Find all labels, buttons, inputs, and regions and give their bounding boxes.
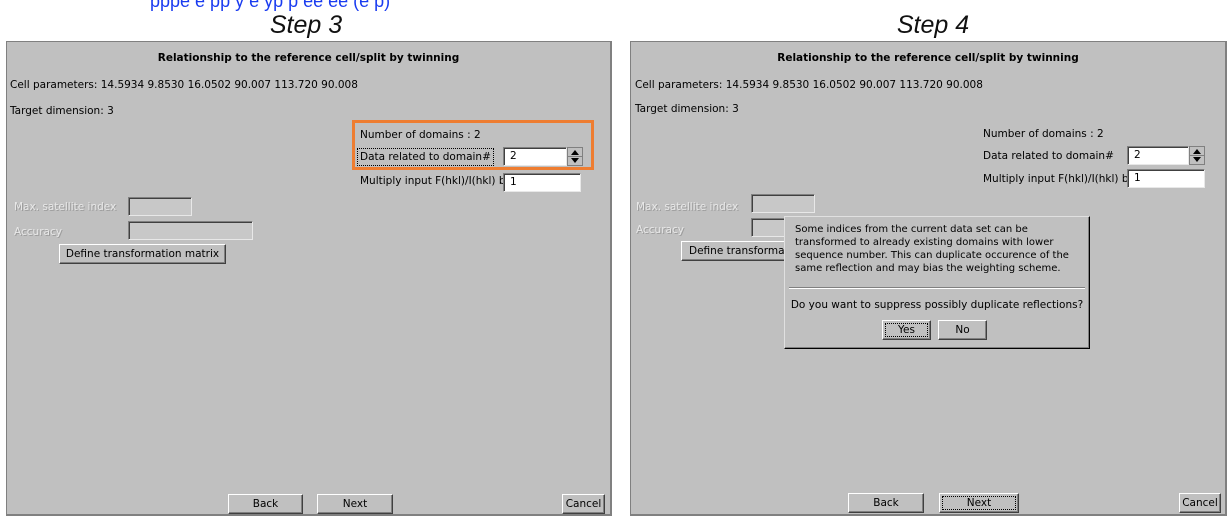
target-dimension-label: Target dimension: 3 — [10, 105, 114, 117]
domain-spinner[interactable] — [1189, 146, 1205, 165]
max-satellite-input[interactable] — [128, 197, 192, 216]
no-button[interactable]: No — [938, 320, 987, 340]
step3-dialog-panel: Relationship to the reference cell/split… — [6, 41, 612, 516]
next-button[interactable]: Next — [317, 494, 393, 514]
cell-parameters-label: Cell parameters: 14.5934 9.8530 16.0502 … — [10, 79, 358, 91]
spin-down-icon[interactable] — [1193, 157, 1201, 162]
popup-question: Do you want to suppress possibly duplica… — [790, 299, 1084, 311]
popup-divider — [789, 287, 1085, 289]
max-satellite-label: Max. satellite index — [636, 201, 739, 213]
multiply-input[interactable]: 1 — [503, 173, 581, 192]
accuracy-label: Accuracy — [14, 226, 62, 238]
cell-parameters-label: Cell parameters: 14.5934 9.8530 16.0502 … — [635, 79, 983, 91]
accuracy-label: Accuracy — [636, 224, 684, 236]
back-button[interactable]: Back — [848, 493, 924, 513]
step4-title: Step 4 — [896, 11, 970, 39]
accuracy-input[interactable] — [128, 221, 253, 240]
dialog-title: Relationship to the reference cell/split… — [157, 52, 460, 64]
highlight-box — [352, 120, 594, 170]
define-transformation-matrix-button[interactable]: Define transformation matrix — [59, 244, 226, 264]
max-satellite-input[interactable] — [751, 194, 815, 213]
data-related-label: Data related to domain# — [983, 150, 1114, 162]
spin-up-icon[interactable] — [1193, 149, 1201, 154]
step3-title: Step 3 — [269, 11, 343, 39]
top-cut-text: pppe e pp y e yp p ee ee (e p) — [0, 0, 1227, 12]
duplicate-reflections-popup: Some indices from the current data set c… — [784, 216, 1090, 349]
multiply-label: Multiply input F(hkl)/I(hkl) by — [983, 173, 1135, 185]
target-dimension-label: Target dimension: 3 — [635, 103, 739, 115]
cancel-button[interactable]: Cancel — [562, 494, 605, 514]
data-related-domain-input[interactable]: 2 — [1127, 146, 1189, 165]
max-satellite-label: Max. satellite index — [14, 201, 117, 213]
multiply-label: Multiply input F(hkl)/I(hkl) by — [360, 175, 512, 187]
number-of-domains-label: Number of domains : 2 — [983, 128, 1104, 140]
yes-button[interactable]: Yes — [882, 320, 931, 340]
dialog-title: Relationship to the reference cell/split… — [777, 52, 1079, 64]
back-button[interactable]: Back — [228, 494, 303, 514]
step4-dialog-panel: Relationship to the reference cell/split… — [630, 41, 1227, 516]
next-button[interactable]: Next — [939, 493, 1019, 513]
multiply-input[interactable]: 1 — [1127, 169, 1205, 188]
cancel-button[interactable]: Cancel — [1179, 493, 1221, 513]
popup-message: Some indices from the current data set c… — [795, 224, 1069, 274]
